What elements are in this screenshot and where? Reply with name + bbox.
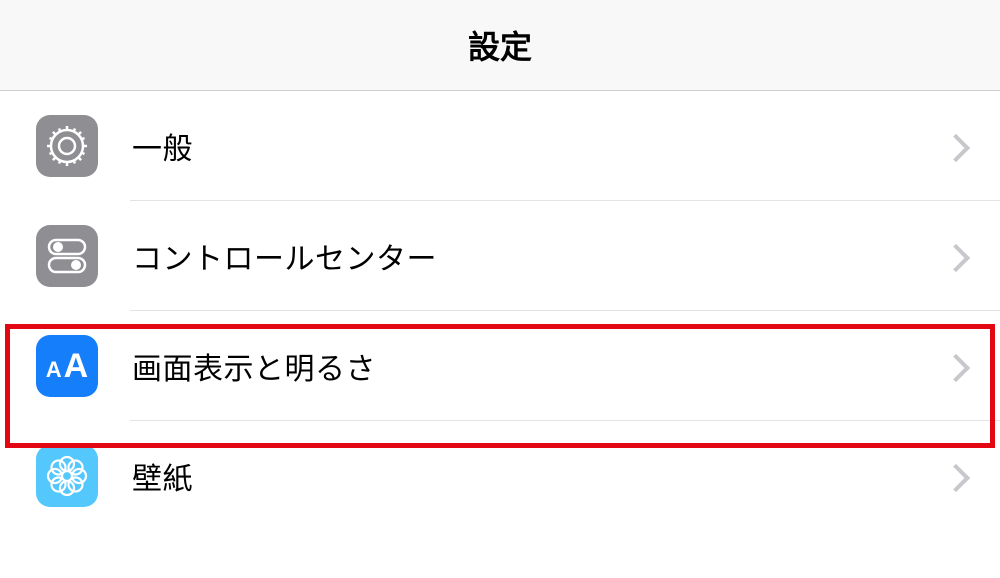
settings-row-display-brightness[interactable]: AA 画面表示と明るさ <box>0 311 1000 421</box>
aa-large-letter: A <box>64 347 89 386</box>
chevron-right-icon <box>946 242 962 270</box>
settings-label-control-center: コントロールセンター <box>132 234 946 278</box>
settings-row-control-center[interactable]: コントロールセンター <box>0 201 1000 311</box>
settings-list: 一般 コントロールセンター AA 画面表示と明るさ <box>0 91 1000 531</box>
chevron-right-icon <box>946 352 962 380</box>
page-title: 設定 <box>0 22 1000 68</box>
settings-label-general: 一般 <box>132 124 946 168</box>
settings-label-wallpaper: 壁紙 <box>132 454 946 498</box>
aa-small-letter: A <box>46 357 62 383</box>
wallpaper-icon <box>36 445 98 507</box>
settings-label-display-brightness: 画面表示と明るさ <box>132 344 946 388</box>
control-center-icon <box>36 225 98 287</box>
display-brightness-icon: AA <box>36 335 98 397</box>
chevron-right-icon <box>946 132 962 160</box>
gear-icon <box>36 115 98 177</box>
settings-header: 設定 <box>0 0 1000 91</box>
chevron-right-icon <box>946 462 962 490</box>
settings-row-wallpaper[interactable]: 壁紙 <box>0 421 1000 531</box>
settings-row-general[interactable]: 一般 <box>0 91 1000 201</box>
